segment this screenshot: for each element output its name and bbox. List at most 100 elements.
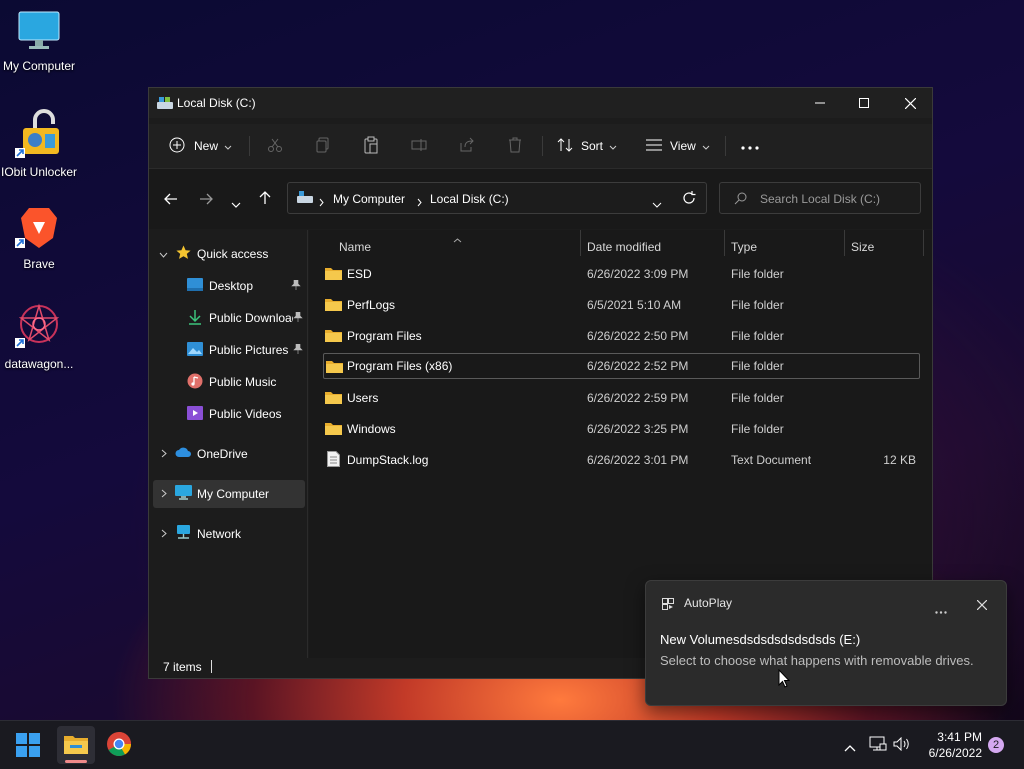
refresh-icon[interactable] <box>682 191 696 210</box>
copy-icon <box>315 137 331 156</box>
file-date: 6/26/2022 3:09 PM <box>587 267 689 281</box>
start-button[interactable] <box>16 733 40 757</box>
notification-badge[interactable]: 2 <box>988 737 1004 753</box>
chevron-down-icon <box>224 139 232 153</box>
column-header-type[interactable]: Type <box>731 240 757 254</box>
table-row[interactable]: ESD 6/26/2022 3:09 PM File folder <box>323 261 920 287</box>
maximize-button[interactable] <box>841 88 887 118</box>
rename-button[interactable] <box>411 132 427 160</box>
clock-date: 6/26/2022 <box>928 746 982 760</box>
file-name: Program Files (x86) <box>347 359 453 373</box>
download-icon <box>187 309 203 328</box>
minimize-button[interactable] <box>797 88 843 118</box>
table-row[interactable]: Windows 6/26/2022 3:25 PM File folder <box>323 416 920 442</box>
sidebar-item-desktop[interactable]: Desktop <box>149 272 305 300</box>
delete-button[interactable] <box>507 132 523 160</box>
column-divider[interactable] <box>580 230 581 256</box>
sort-label: Sort <box>581 139 604 153</box>
sidebar-item-my-computer[interactable]: My Computer <box>153 480 305 508</box>
sort-button[interactable]: Sort <box>557 132 617 160</box>
table-row[interactable]: DumpStack.log 6/26/2022 3:01 PM Text Doc… <box>323 447 920 473</box>
column-divider[interactable] <box>923 230 924 256</box>
file-name: Windows <box>347 422 396 436</box>
music-icon <box>187 373 203 392</box>
active-app-indicator <box>65 760 87 763</box>
table-row-focused[interactable]: Program Files (x86) 6/26/2022 2:52 PM Fi… <box>323 353 920 379</box>
column-header-size[interactable]: Size <box>851 240 874 254</box>
more-icon[interactable] <box>935 601 947 619</box>
trash-icon <box>507 137 523 156</box>
table-row[interactable]: Users 6/26/2022 2:59 PM File folder <box>323 385 920 411</box>
view-button[interactable]: View <box>646 132 710 160</box>
sidebar-item-public-music[interactable]: Public Music <box>149 368 305 396</box>
pictures-icon <box>187 341 203 359</box>
close-button[interactable] <box>887 88 933 118</box>
column-header-row: Name Date modified Type Size <box>309 230 932 256</box>
column-divider[interactable] <box>844 230 845 256</box>
up-arrow-icon[interactable] <box>259 191 271 210</box>
sidebar-item-label: Quick access <box>197 247 269 261</box>
column-header-name[interactable]: Name <box>339 240 371 254</box>
search-box[interactable]: Search Local Disk (C:) <box>719 182 921 214</box>
share-icon <box>459 137 475 156</box>
table-row[interactable]: PerfLogs 6/5/2021 5:10 AM File folder <box>323 292 920 318</box>
desktop-icon-label: IObit Unlocker <box>0 165 78 179</box>
cut-button[interactable] <box>267 132 283 160</box>
sidebar-item-public-downloads[interactable]: Public Downloads <box>149 304 305 332</box>
star-icon <box>176 245 191 263</box>
taskbar-file-explorer-button[interactable] <box>57 726 95 764</box>
file-type: Text Document <box>731 453 812 467</box>
sidebar-item-onedrive[interactable]: OneDrive <box>149 440 305 468</box>
sidebar-item-public-videos[interactable]: Public Videos <box>149 400 305 428</box>
title-bar[interactable]: Local Disk (C:) <box>149 88 932 118</box>
pin-icon[interactable] <box>293 311 303 325</box>
copy-button[interactable] <box>315 132 331 160</box>
paste-button[interactable] <box>363 132 379 160</box>
desktop-icon-datawagon[interactable]: datawagon... <box>0 302 79 372</box>
share-button[interactable] <box>459 132 475 160</box>
desktop-icon-iobit-unlocker[interactable]: IObit Unlocker <box>0 108 79 180</box>
recent-locations-chevron-icon[interactable] <box>231 195 241 213</box>
new-button[interactable]: New <box>169 132 232 160</box>
command-bar: New Sort View <box>149 124 932 169</box>
desktop-icon-my-computer[interactable]: My Computer <box>0 10 79 74</box>
chevron-right-icon <box>161 447 167 461</box>
taskbar-chrome-button[interactable] <box>106 731 134 759</box>
desktop-icon-brave[interactable]: Brave <box>0 204 79 272</box>
sidebar-item-label: Desktop <box>209 279 254 293</box>
column-divider[interactable] <box>724 230 725 256</box>
rename-icon <box>411 137 427 156</box>
chevron-up-icon[interactable] <box>844 739 856 757</box>
address-bar[interactable]: My Computer Local Disk (C:) <box>287 182 707 214</box>
file-date: 6/26/2022 2:52 PM <box>587 359 689 373</box>
chevron-right-icon <box>161 527 167 541</box>
table-row[interactable]: Program Files 6/26/2022 2:50 PM File fol… <box>323 323 920 349</box>
clipboard-icon <box>363 136 379 157</box>
network-status-icon[interactable] <box>869 736 887 757</box>
sidebar-item-network[interactable]: Network <box>149 520 305 548</box>
breadcrumb-local-disk[interactable]: Local Disk (C:) <box>430 192 509 206</box>
sidebar-item-quick-access[interactable]: Quick access <box>149 240 305 268</box>
sort-icon <box>557 137 573 156</box>
toolbar-divider <box>725 136 726 156</box>
chevron-right-icon <box>161 487 167 501</box>
forward-arrow-icon[interactable] <box>199 192 213 210</box>
breadcrumb-my-computer[interactable]: My Computer <box>333 192 405 206</box>
sidebar-item-public-pictures[interactable]: Public Pictures <box>149 336 305 364</box>
column-header-date[interactable]: Date modified <box>587 240 661 254</box>
more-options-button[interactable] <box>741 132 759 160</box>
pin-icon[interactable] <box>293 343 303 357</box>
search-icon <box>734 192 747 208</box>
autoplay-notification[interactable]: AutoPlay New Volumesdsdsdsdsdsdsds (E:) … <box>645 580 1007 706</box>
pin-icon[interactable] <box>291 279 301 293</box>
toolbar-divider <box>542 136 543 156</box>
more-icon <box>741 139 759 153</box>
sidebar-item-label: Public Music <box>209 375 277 389</box>
back-arrow-icon[interactable] <box>164 192 178 210</box>
address-dropdown-chevron-icon[interactable] <box>652 195 662 213</box>
volume-icon[interactable] <box>893 736 911 756</box>
file-type: File folder <box>731 359 784 373</box>
close-icon[interactable] <box>976 597 988 615</box>
file-size: 12 KB <box>883 453 916 467</box>
clock[interactable]: 3:41 PM 6/26/2022 <box>916 729 982 761</box>
